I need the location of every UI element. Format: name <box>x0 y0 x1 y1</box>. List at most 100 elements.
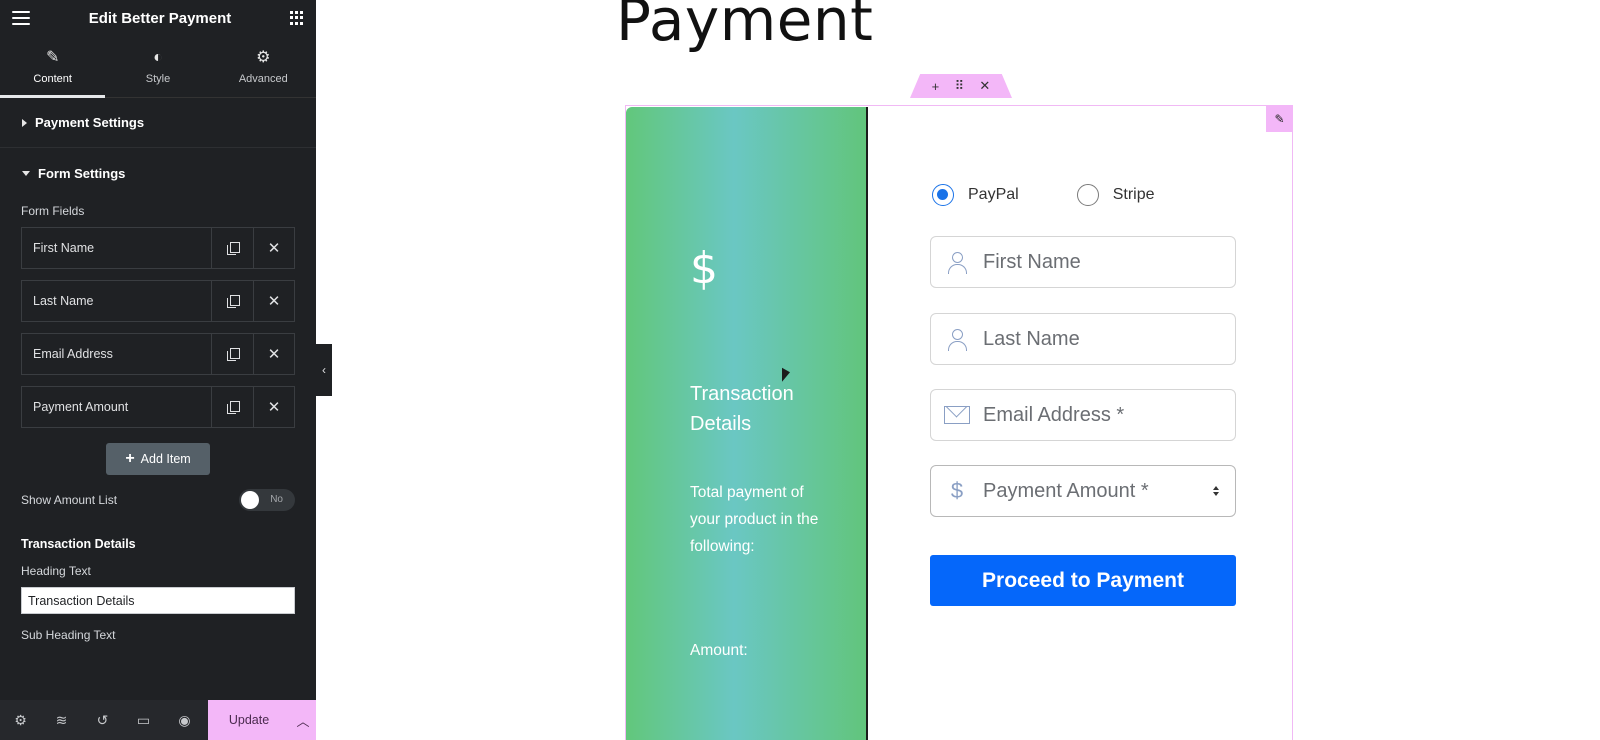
tab-label: Content <box>33 72 72 85</box>
number-stepper[interactable] <box>1213 486 1219 496</box>
collapse-panel-button[interactable]: ‹ <box>316 344 332 396</box>
radio-checked-icon[interactable] <box>932 184 954 206</box>
payment-amount-field[interactable]: $ Payment Amount * <box>930 465 1236 517</box>
add-item-label: Add Item <box>140 452 191 466</box>
repeater-item-label[interactable]: Last Name <box>22 281 212 321</box>
proceed-to-payment-button[interactable]: Proceed to Payment <box>930 555 1236 606</box>
toggle-knob <box>241 491 259 509</box>
duplicate-button[interactable] <box>212 228 253 268</box>
duplicate-icon <box>226 348 240 361</box>
section-label: Form Settings <box>38 165 126 181</box>
email-placeholder: Email Address * <box>983 403 1125 426</box>
pencil-icon: ✎ <box>45 48 60 66</box>
paypal-option[interactable]: PayPal <box>932 184 1019 206</box>
repeater-item[interactable]: First Name ✕ <box>21 227 295 269</box>
payment-method-group: PayPal Stripe <box>932 184 1213 206</box>
tab-content[interactable]: ✎ Content <box>0 36 106 98</box>
responsive-icon[interactable]: ▭ <box>123 700 164 740</box>
transaction-details-heading: Transaction Details <box>21 537 136 551</box>
close-icon: ✕ <box>267 239 281 257</box>
add-icon[interactable]: + <box>932 79 940 94</box>
panel-footer: ⚙ ≋ ↺ ▭ ◉ Update ︿ <box>0 700 316 740</box>
transaction-subtext: Total payment of your product in the fol… <box>690 484 819 555</box>
mail-icon <box>931 406 983 424</box>
transaction-details-panel: $ Transaction Details Total payment of y… <box>626 107 866 740</box>
form-settings-body: Form Fields First Name ✕ Last Name ✕ Ema… <box>0 204 316 642</box>
chevron-up-icon[interactable] <box>1213 486 1219 490</box>
panel-title: Edit Better Payment <box>88 9 232 27</box>
duplicate-icon <box>226 401 240 414</box>
canvas-preview: Payment + ⠿ ✕ ✎ $ Transaction Details To… <box>332 0 1600 740</box>
transaction-heading: Transaction Details <box>690 383 794 435</box>
panel-divider <box>866 107 868 740</box>
sub-heading-text-label: Sub Heading Text <box>21 628 116 642</box>
stripe-label: Stripe <box>1112 186 1155 203</box>
settings-icon[interactable]: ⚙ <box>0 700 41 740</box>
tab-label: Advanced <box>238 72 288 85</box>
user-icon <box>931 328 983 351</box>
first-name-placeholder: First Name <box>983 250 1081 273</box>
remove-button[interactable]: ✕ <box>253 334 294 374</box>
radio-unchecked-icon[interactable] <box>1076 184 1099 206</box>
first-name-field[interactable]: First Name <box>930 236 1236 288</box>
repeater-item[interactable]: Email Address ✕ <box>21 333 295 375</box>
update-button[interactable]: Update ︿ <box>208 700 316 740</box>
caret-right-icon <box>22 118 27 127</box>
remove-button[interactable]: ✕ <box>253 387 294 427</box>
dollar-icon: $ <box>950 478 964 503</box>
amount-label: Amount: <box>690 642 748 659</box>
email-field[interactable]: Email Address * <box>930 389 1236 441</box>
remove-button[interactable]: ✕ <box>253 228 294 268</box>
chevron-left-icon: ‹ <box>322 363 326 377</box>
remove-button[interactable]: ✕ <box>253 281 294 321</box>
duplicate-button[interactable] <box>212 387 253 427</box>
drag-handle-icon[interactable]: ⠿ <box>955 78 965 94</box>
preview-icon[interactable]: ◉ <box>164 700 205 740</box>
duplicate-icon <box>226 295 240 308</box>
chevron-up-icon[interactable]: ︿ <box>290 711 316 730</box>
edit-widget-icon[interactable]: ✎ <box>1266 105 1293 132</box>
repeater-item[interactable]: Payment Amount ✕ <box>21 386 295 428</box>
section-payment-settings[interactable]: Payment Settings <box>0 98 316 148</box>
add-item-button[interactable]: + Add Item <box>106 443 210 475</box>
menu-icon[interactable] <box>12 11 30 25</box>
paypal-label: PayPal <box>968 186 1019 203</box>
repeater-item-label[interactable]: Payment Amount <box>22 387 212 427</box>
plus-icon: + <box>125 450 135 467</box>
section-label: Payment Settings <box>35 115 145 130</box>
duplicate-button[interactable] <box>212 334 253 374</box>
close-icon: ✕ <box>267 292 281 310</box>
panel-header: Edit Better Payment <box>0 0 316 36</box>
layers-icon[interactable]: ≋ <box>41 700 82 740</box>
form-fields-label: Form Fields <box>21 204 85 218</box>
show-amount-list-label: Show Amount List <box>21 493 118 507</box>
repeater-item-label[interactable]: First Name <box>22 228 212 268</box>
history-icon[interactable]: ↺ <box>82 700 123 740</box>
delete-icon[interactable]: ✕ <box>979 78 990 94</box>
widget-handle: + ⠿ ✕ <box>910 74 1012 98</box>
section-form-settings[interactable]: Form Settings <box>0 148 316 198</box>
gear-icon: ⚙ <box>256 48 271 66</box>
stripe-option[interactable]: Stripe <box>1076 184 1155 206</box>
heading-text-input[interactable]: Transaction Details <box>21 587 295 614</box>
chevron-down-icon[interactable] <box>1213 492 1219 496</box>
contrast-icon: ◐ <box>153 48 163 66</box>
widgets-grid-icon[interactable] <box>289 11 304 25</box>
toggle-state-label: No <box>270 494 283 505</box>
repeater-item-label[interactable]: Email Address <box>22 334 212 374</box>
user-icon <box>931 251 983 274</box>
panel-tabs: ✎ Content ◐ Style ⚙ Advanced <box>0 36 316 98</box>
caret-down-icon <box>22 170 30 176</box>
heading-text-label: Heading Text <box>21 564 91 578</box>
last-name-placeholder: Last Name <box>983 327 1080 350</box>
tab-advanced[interactable]: ⚙ Advanced <box>211 36 316 97</box>
tab-label: Style <box>145 72 171 85</box>
tab-style[interactable]: ◐ Style <box>105 36 210 97</box>
show-amount-list-control: Show Amount List No <box>21 489 295 511</box>
duplicate-button[interactable] <box>212 281 253 321</box>
payment-amount-placeholder: Payment Amount * <box>983 479 1149 502</box>
page-title: Payment <box>616 0 874 54</box>
repeater-item[interactable]: Last Name ✕ <box>21 280 295 322</box>
show-amount-list-toggle[interactable]: No <box>239 489 295 511</box>
last-name-field[interactable]: Last Name <box>930 313 1236 365</box>
